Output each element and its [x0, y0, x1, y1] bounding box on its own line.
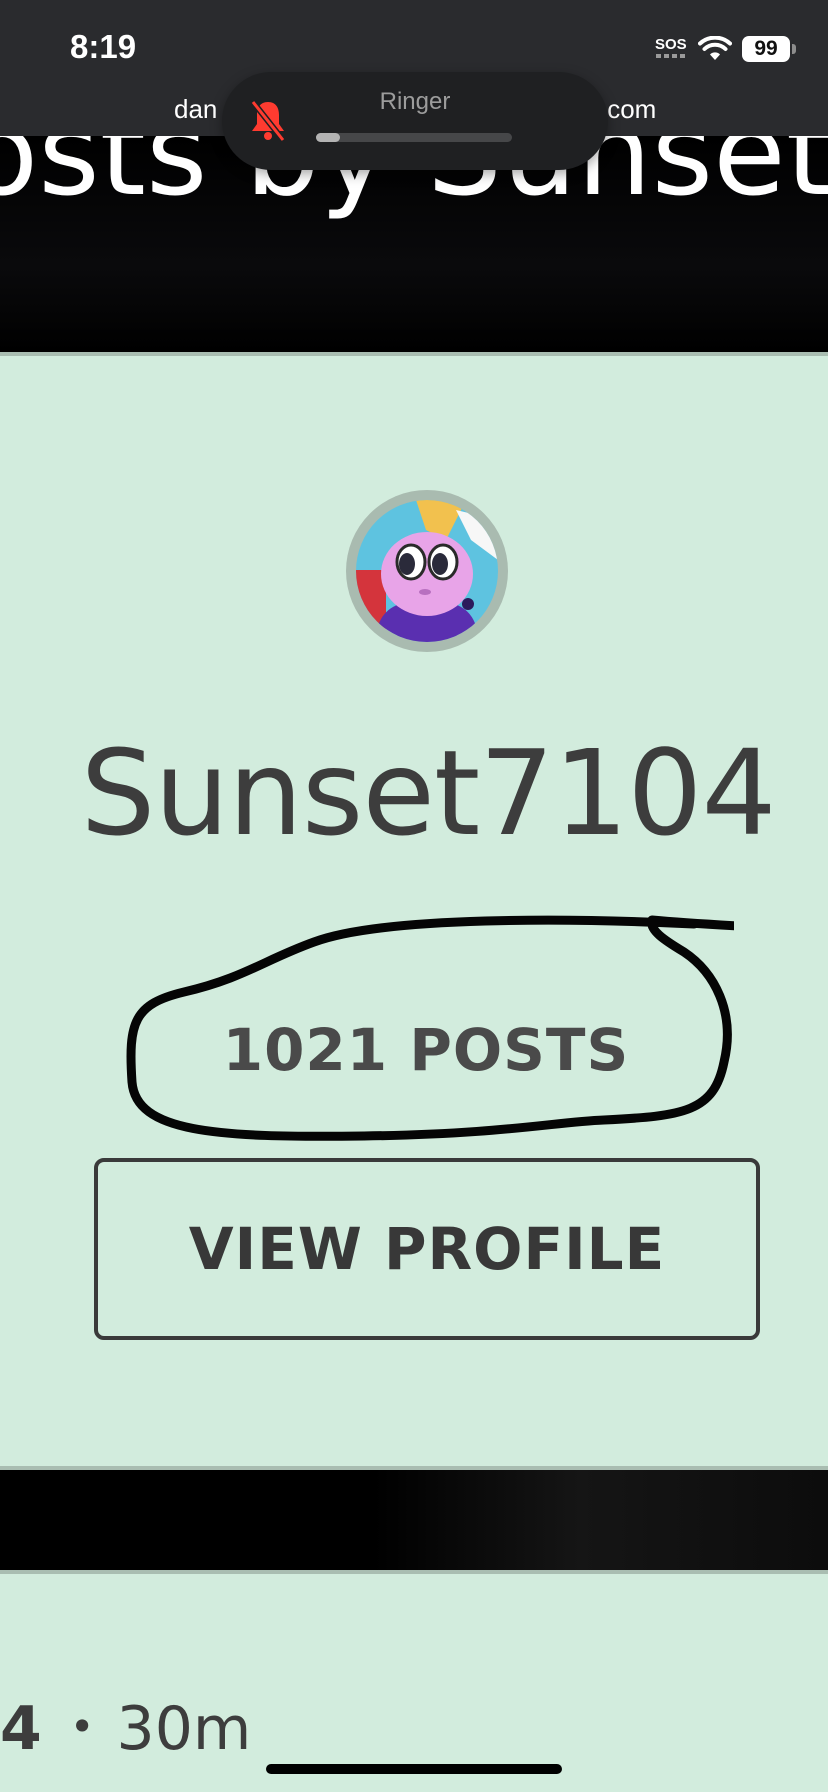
- ringer-volume-fill: [316, 133, 340, 142]
- battery-icon: 99: [742, 36, 790, 62]
- url-text-left[interactable]: dan: [174, 94, 217, 125]
- wifi-icon: [698, 36, 732, 60]
- meta-separator: •: [69, 1702, 95, 1751]
- post-age: 30m: [116, 1694, 252, 1764]
- ringer-volume-track: [316, 133, 512, 142]
- post-meta: 4 • 30m: [0, 1694, 251, 1764]
- ringer-label: Ringer: [379, 88, 451, 115]
- sos-indicator: SOS: [655, 36, 687, 53]
- ringer-hud: Ringer: [222, 72, 608, 170]
- avatar-image: [356, 500, 498, 642]
- profile-card: Sunset7104 1021 POSTS VIEW PROFILE: [0, 352, 828, 1470]
- posts-count: 1021 POSTS: [222, 1016, 630, 1084]
- next-post-banner[interactable]: [0, 1470, 828, 1570]
- post-number: 4: [0, 1694, 42, 1764]
- page: 8:19 SOS 99 dan .com Ringer osts by Suns…: [0, 0, 828, 1792]
- url-text-right[interactable]: .com: [600, 94, 656, 125]
- cellular-signal-icon: [656, 54, 686, 58]
- next-post-card[interactable]: 4 • 30m: [0, 1570, 828, 1792]
- status-time: 8:19: [70, 28, 137, 65]
- username: Sunset7104: [80, 724, 776, 862]
- view-profile-button[interactable]: VIEW PROFILE: [94, 1158, 760, 1340]
- battery-tip: [792, 44, 796, 54]
- home-indicator[interactable]: [266, 1764, 562, 1774]
- avatar[interactable]: [346, 490, 508, 652]
